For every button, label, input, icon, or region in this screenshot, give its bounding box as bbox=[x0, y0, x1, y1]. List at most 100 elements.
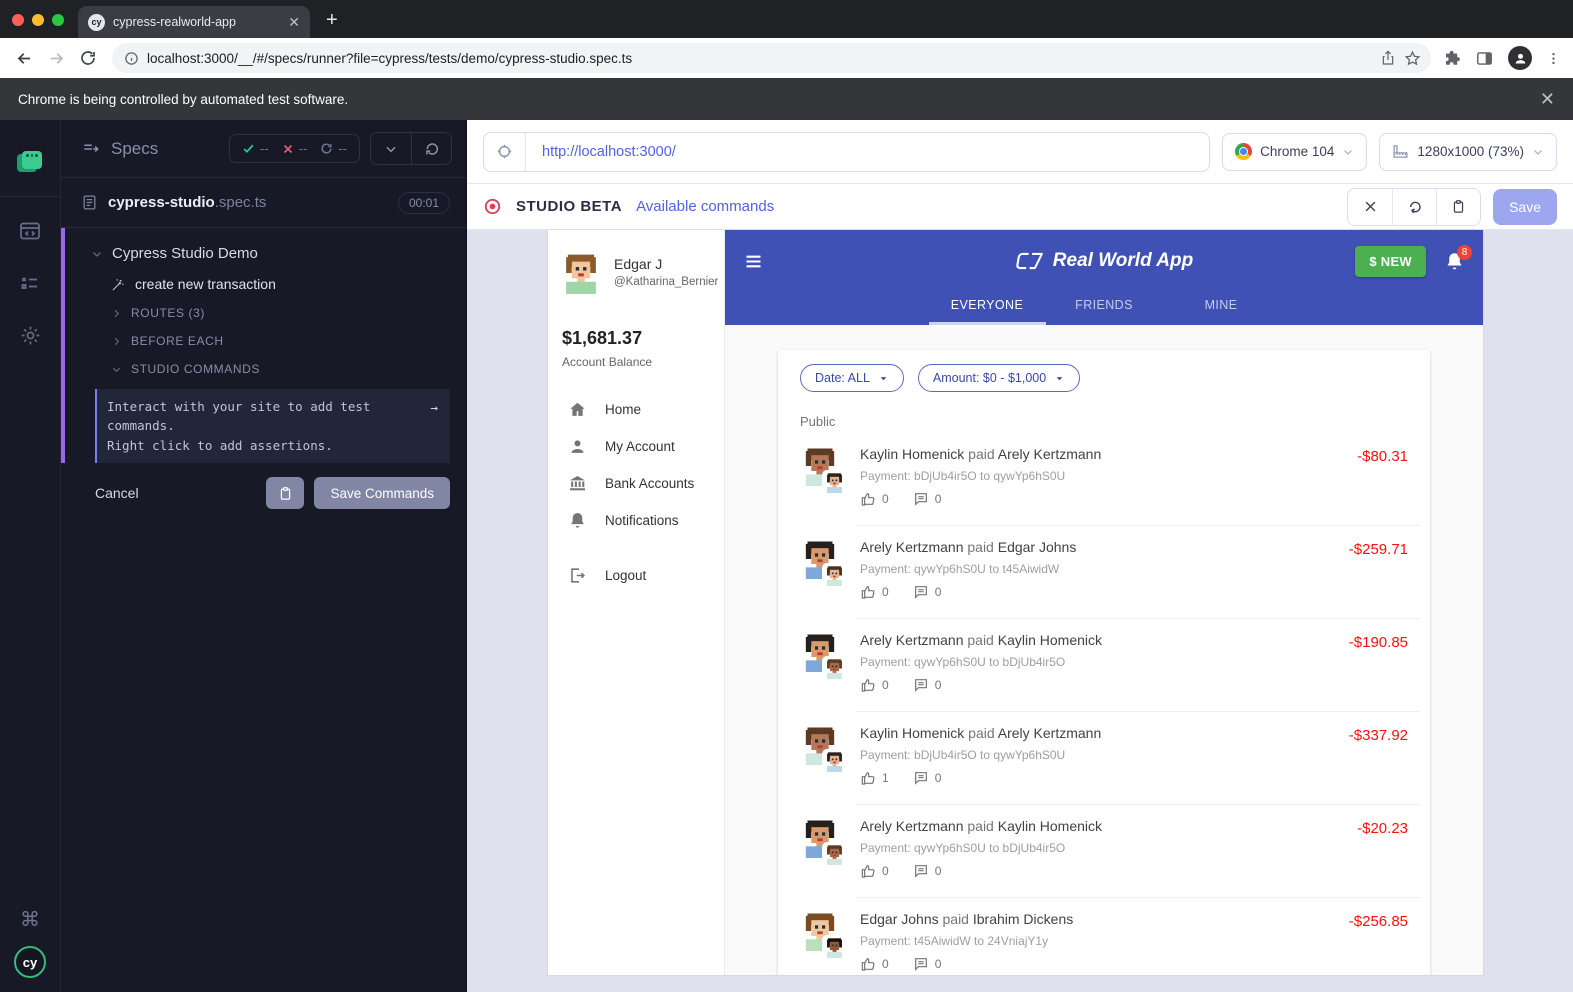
info-icon[interactable] bbox=[124, 51, 139, 66]
browser-toolbar: localhost:3000/__/#/specs/runner?file=cy… bbox=[0, 38, 1573, 78]
copy-commands-button[interactable] bbox=[266, 477, 304, 509]
like-icon[interactable] bbox=[860, 956, 876, 972]
ruler-icon bbox=[1392, 143, 1409, 160]
studio-toolbar: STUDIO BETA Available commands Save bbox=[467, 184, 1573, 230]
bell-icon bbox=[568, 511, 587, 530]
sidebar-item-notifications[interactable]: Notifications bbox=[548, 502, 724, 539]
kebab-menu-icon[interactable] bbox=[1546, 51, 1561, 66]
test-row[interactable]: create new transaction bbox=[65, 269, 450, 299]
tab-close-icon[interactable]: ✕ bbox=[288, 14, 300, 31]
sidebar-item-home[interactable]: Home bbox=[548, 391, 724, 428]
reload-icon bbox=[79, 49, 97, 67]
specs-list-icon[interactable] bbox=[81, 139, 101, 159]
sidebar-item-label: Logout bbox=[605, 568, 646, 583]
bookmark-star-icon[interactable] bbox=[1404, 50, 1421, 67]
notifications-button[interactable]: 8 bbox=[1444, 251, 1465, 272]
extensions-puzzle-icon[interactable] bbox=[1443, 49, 1461, 67]
available-commands-link[interactable]: Available commands bbox=[636, 198, 774, 215]
like-count: 1 bbox=[882, 771, 889, 785]
comment-icon[interactable] bbox=[913, 677, 929, 693]
drawer-toggle-button[interactable] bbox=[743, 251, 764, 272]
studio-save-button[interactable]: Save bbox=[1493, 189, 1557, 225]
like-icon[interactable] bbox=[860, 584, 876, 600]
tab-friends[interactable]: FRIENDS bbox=[1046, 292, 1163, 325]
transaction-row[interactable]: Arely Kertzmann paid Kaylin Homenick Pay… bbox=[778, 619, 1430, 712]
comment-icon[interactable] bbox=[913, 584, 929, 600]
clipboard-icon bbox=[278, 486, 293, 501]
save-commands-button[interactable]: Save Commands bbox=[314, 477, 450, 509]
settings-rail-button[interactable] bbox=[0, 309, 60, 361]
address-bar[interactable]: localhost:3000/__/#/specs/runner?file=cy… bbox=[112, 43, 1431, 73]
side-panel-icon[interactable] bbox=[1475, 49, 1494, 68]
tab-everyone[interactable]: EVERYONE bbox=[929, 292, 1046, 325]
collapse-all-button[interactable] bbox=[371, 133, 411, 164]
rerun-tests-button[interactable] bbox=[411, 133, 451, 164]
browser-selector[interactable]: Chrome 104 bbox=[1222, 133, 1367, 171]
transaction-row[interactable]: Kaylin Homenick paid Arely Kertzmann Pay… bbox=[778, 712, 1430, 805]
real-world-app: Edgar J @Katharina_Bernier $1,681.37 Acc… bbox=[548, 230, 1483, 975]
studio-copy-button[interactable] bbox=[1436, 189, 1480, 225]
banner-close-icon[interactable]: ✕ bbox=[1540, 89, 1555, 110]
like-icon[interactable] bbox=[860, 770, 876, 786]
comment-icon[interactable] bbox=[913, 491, 929, 507]
comment-icon[interactable] bbox=[913, 770, 929, 786]
spec-row[interactable]: cypress-studio.spec.ts 00:01 bbox=[61, 178, 466, 228]
transaction-avatars bbox=[800, 539, 844, 587]
like-icon[interactable] bbox=[860, 491, 876, 507]
sidebar-item-logout[interactable]: Logout bbox=[548, 557, 724, 594]
comment-icon[interactable] bbox=[913, 863, 929, 879]
tab-mine[interactable]: MINE bbox=[1163, 292, 1280, 325]
selector-playground-button[interactable] bbox=[484, 133, 526, 171]
like-count: 0 bbox=[882, 864, 889, 878]
back-button[interactable] bbox=[12, 46, 36, 70]
suite-row[interactable]: Cypress Studio Demo bbox=[65, 238, 450, 269]
studio-commands-group-row[interactable]: STUDIO COMMANDS bbox=[65, 355, 450, 383]
project-button[interactable] bbox=[0, 136, 60, 188]
routes-group-label: ROUTES (3) bbox=[131, 306, 205, 320]
viewport-selector[interactable]: 1280x1000 (73%) bbox=[1379, 133, 1557, 171]
transaction-row[interactable]: Arely Kertzmann paid Kaylin Homenick Pay… bbox=[778, 805, 1430, 898]
forward-button[interactable] bbox=[44, 46, 68, 70]
user-profile[interactable]: Edgar J @Katharina_Bernier bbox=[548, 252, 724, 294]
stat-failed: -- bbox=[282, 141, 308, 156]
runs-rail-button[interactable] bbox=[0, 257, 60, 309]
receiver-avatar bbox=[824, 937, 845, 958]
like-icon[interactable] bbox=[860, 863, 876, 879]
new-tab-button[interactable]: + bbox=[326, 10, 338, 30]
transaction-row[interactable]: Kaylin Homenick paid Arely Kertzmann Pay… bbox=[778, 433, 1430, 526]
aut-url-input[interactable]: http://localhost:3000/ bbox=[483, 132, 1210, 172]
comment-count: 0 bbox=[935, 957, 942, 971]
studio-hint-line2: Right click to add assertions. bbox=[107, 438, 333, 453]
sidebar-item-my-account[interactable]: My Account bbox=[548, 428, 724, 465]
studio-close-button[interactable] bbox=[1348, 189, 1392, 225]
cancel-button[interactable]: Cancel bbox=[95, 485, 139, 501]
browser-profile-button[interactable] bbox=[1508, 46, 1532, 70]
arrow-right-icon: → bbox=[430, 397, 438, 455]
person-icon bbox=[568, 437, 587, 456]
transaction-row[interactable]: Arely Kertzmann paid Edgar Johns Payment… bbox=[778, 526, 1430, 619]
amount-filter-chip[interactable]: Amount: $0 - $1,000 bbox=[918, 364, 1080, 392]
specs-rail-button[interactable] bbox=[0, 205, 60, 257]
share-icon[interactable] bbox=[1380, 50, 1396, 66]
new-transaction-button[interactable]: $ NEW bbox=[1355, 246, 1426, 277]
transaction-row[interactable]: Edgar Johns paid Ibrahim Dickens Payment… bbox=[778, 898, 1430, 975]
date-filter-chip[interactable]: Date: ALL bbox=[800, 364, 904, 392]
keyboard-shortcuts-icon[interactable]: ⌘ bbox=[20, 907, 40, 932]
like-icon[interactable] bbox=[860, 677, 876, 693]
sidebar-item-bank-accounts[interactable]: Bank Accounts bbox=[548, 465, 724, 502]
close-window-button[interactable] bbox=[12, 14, 24, 26]
studio-restart-button[interactable] bbox=[1392, 189, 1436, 225]
cypress-logo[interactable]: cy bbox=[14, 946, 46, 978]
reload-button[interactable] bbox=[76, 46, 100, 70]
routes-group-row[interactable]: ROUTES (3) bbox=[65, 299, 450, 327]
minimize-window-button[interactable] bbox=[32, 14, 44, 26]
sidebar-item-label: Home bbox=[605, 402, 641, 417]
browser-tab[interactable]: cy cypress-realworld-app ✕ bbox=[78, 6, 310, 38]
maximize-window-button[interactable] bbox=[52, 14, 64, 26]
before-each-group-row[interactable]: BEFORE EACH bbox=[65, 327, 450, 355]
transaction-title: Kaylin Homenick paid Arely Kertzmann bbox=[860, 725, 1349, 741]
transaction-avatars bbox=[800, 446, 844, 494]
back-arrow-icon bbox=[15, 49, 34, 68]
comment-icon[interactable] bbox=[913, 956, 929, 972]
chevron-down-icon bbox=[1342, 146, 1354, 158]
